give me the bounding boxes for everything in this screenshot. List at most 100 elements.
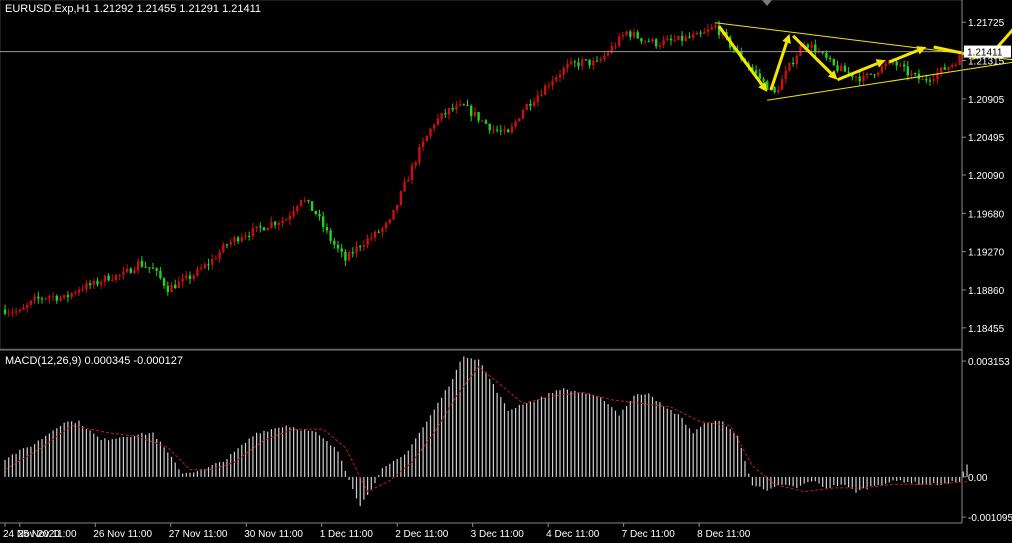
candle-body bbox=[703, 31, 706, 34]
candle-body bbox=[577, 62, 580, 66]
candle-body bbox=[170, 284, 173, 292]
candle-body bbox=[699, 32, 702, 34]
candle-body bbox=[140, 260, 144, 267]
candle-body bbox=[688, 36, 691, 38]
candle-body bbox=[906, 66, 909, 76]
candle-body bbox=[88, 283, 92, 286]
candle-body bbox=[925, 79, 928, 81]
candle-body bbox=[651, 39, 654, 42]
candle-body bbox=[277, 222, 280, 225]
candle-body bbox=[218, 252, 221, 259]
candle-body bbox=[159, 270, 162, 279]
candle-body bbox=[854, 76, 858, 78]
candle-body bbox=[418, 146, 421, 163]
candle-body bbox=[203, 264, 206, 269]
candle-body bbox=[921, 79, 924, 81]
price-axis-label: 1.19270 bbox=[968, 248, 1005, 259]
candle-body bbox=[581, 59, 584, 66]
candle-body bbox=[362, 245, 366, 247]
candle-body bbox=[74, 292, 77, 294]
candle-body bbox=[162, 278, 166, 286]
candle-body bbox=[340, 248, 343, 252]
candle-body bbox=[410, 165, 414, 180]
candle-body bbox=[477, 112, 480, 121]
candle-body bbox=[795, 55, 798, 65]
candle-body bbox=[322, 216, 325, 227]
candle-body bbox=[303, 200, 306, 202]
candle-body bbox=[166, 285, 169, 292]
candle-body bbox=[928, 80, 932, 82]
candle-body bbox=[214, 258, 218, 260]
candle-body bbox=[248, 235, 251, 237]
candle-body bbox=[451, 107, 454, 110]
time-axis-label: 30 Nov 11:00 bbox=[244, 529, 303, 540]
candle-body bbox=[447, 107, 451, 115]
candle-body bbox=[425, 135, 428, 142]
candle-body bbox=[70, 293, 73, 298]
candle-body bbox=[211, 258, 214, 265]
candle-body bbox=[603, 55, 606, 60]
candle-body bbox=[629, 31, 632, 37]
candle-body bbox=[255, 226, 258, 228]
candle-body bbox=[495, 129, 499, 131]
candle-body bbox=[373, 231, 377, 238]
chart-window[interactable]: EURUSD.Exp,H1 1.21292 1.21455 1.21291 1.… bbox=[0, 0, 1012, 543]
time-axis-label: 8 Dec 11:00 bbox=[697, 529, 751, 540]
macd-axis-label: 0.00 bbox=[968, 473, 988, 484]
candle-body bbox=[392, 209, 395, 220]
candle-body bbox=[595, 60, 599, 62]
candle-body bbox=[462, 104, 465, 106]
candle-body bbox=[151, 267, 155, 269]
price-axis-label: 1.21725 bbox=[968, 18, 1005, 29]
candle-body bbox=[436, 118, 440, 125]
candle-body bbox=[458, 104, 462, 106]
candle-body bbox=[658, 45, 662, 47]
candle-body bbox=[377, 231, 380, 233]
candle-body bbox=[492, 129, 495, 131]
candle-body bbox=[344, 251, 347, 261]
candle-body bbox=[518, 118, 521, 122]
candle-body bbox=[122, 271, 125, 275]
candle-body bbox=[588, 59, 591, 66]
candle-body bbox=[318, 214, 321, 217]
candle-body bbox=[244, 235, 247, 238]
candle-body bbox=[655, 39, 658, 47]
candle-body bbox=[562, 68, 565, 75]
candle-body bbox=[133, 270, 136, 274]
candle-body bbox=[473, 112, 477, 116]
candle-body bbox=[858, 76, 861, 82]
candle-body bbox=[625, 31, 628, 36]
candle-body bbox=[384, 223, 388, 229]
candle-body bbox=[100, 282, 103, 285]
candle-body bbox=[499, 130, 502, 132]
candle-body bbox=[862, 75, 865, 82]
candle-body bbox=[396, 204, 399, 210]
candle-body bbox=[599, 59, 602, 61]
candle-body bbox=[592, 60, 595, 66]
candle-body bbox=[92, 280, 95, 286]
candle-body bbox=[632, 32, 636, 37]
candle-body bbox=[81, 289, 84, 291]
candle-body bbox=[336, 244, 340, 249]
candle-body bbox=[529, 103, 532, 106]
candle-body bbox=[429, 128, 432, 136]
candle-body bbox=[85, 283, 88, 290]
candle-body bbox=[847, 71, 850, 73]
candle-body bbox=[606, 52, 610, 56]
candle-body bbox=[680, 35, 684, 41]
candle-body bbox=[259, 226, 262, 228]
candle-body bbox=[11, 312, 14, 314]
candle-body bbox=[810, 44, 813, 48]
candle-body bbox=[647, 40, 650, 42]
candle-body bbox=[7, 312, 10, 314]
candle-body bbox=[33, 296, 36, 301]
price-axis-label: 1.20495 bbox=[968, 133, 1005, 144]
candle-body bbox=[351, 252, 354, 254]
candle-body bbox=[292, 211, 295, 216]
candle-body bbox=[547, 85, 551, 87]
candle-body bbox=[470, 105, 473, 116]
candle-body bbox=[843, 65, 847, 72]
candle-body bbox=[381, 228, 384, 233]
candle-body bbox=[540, 94, 543, 96]
candle-body bbox=[503, 129, 506, 132]
